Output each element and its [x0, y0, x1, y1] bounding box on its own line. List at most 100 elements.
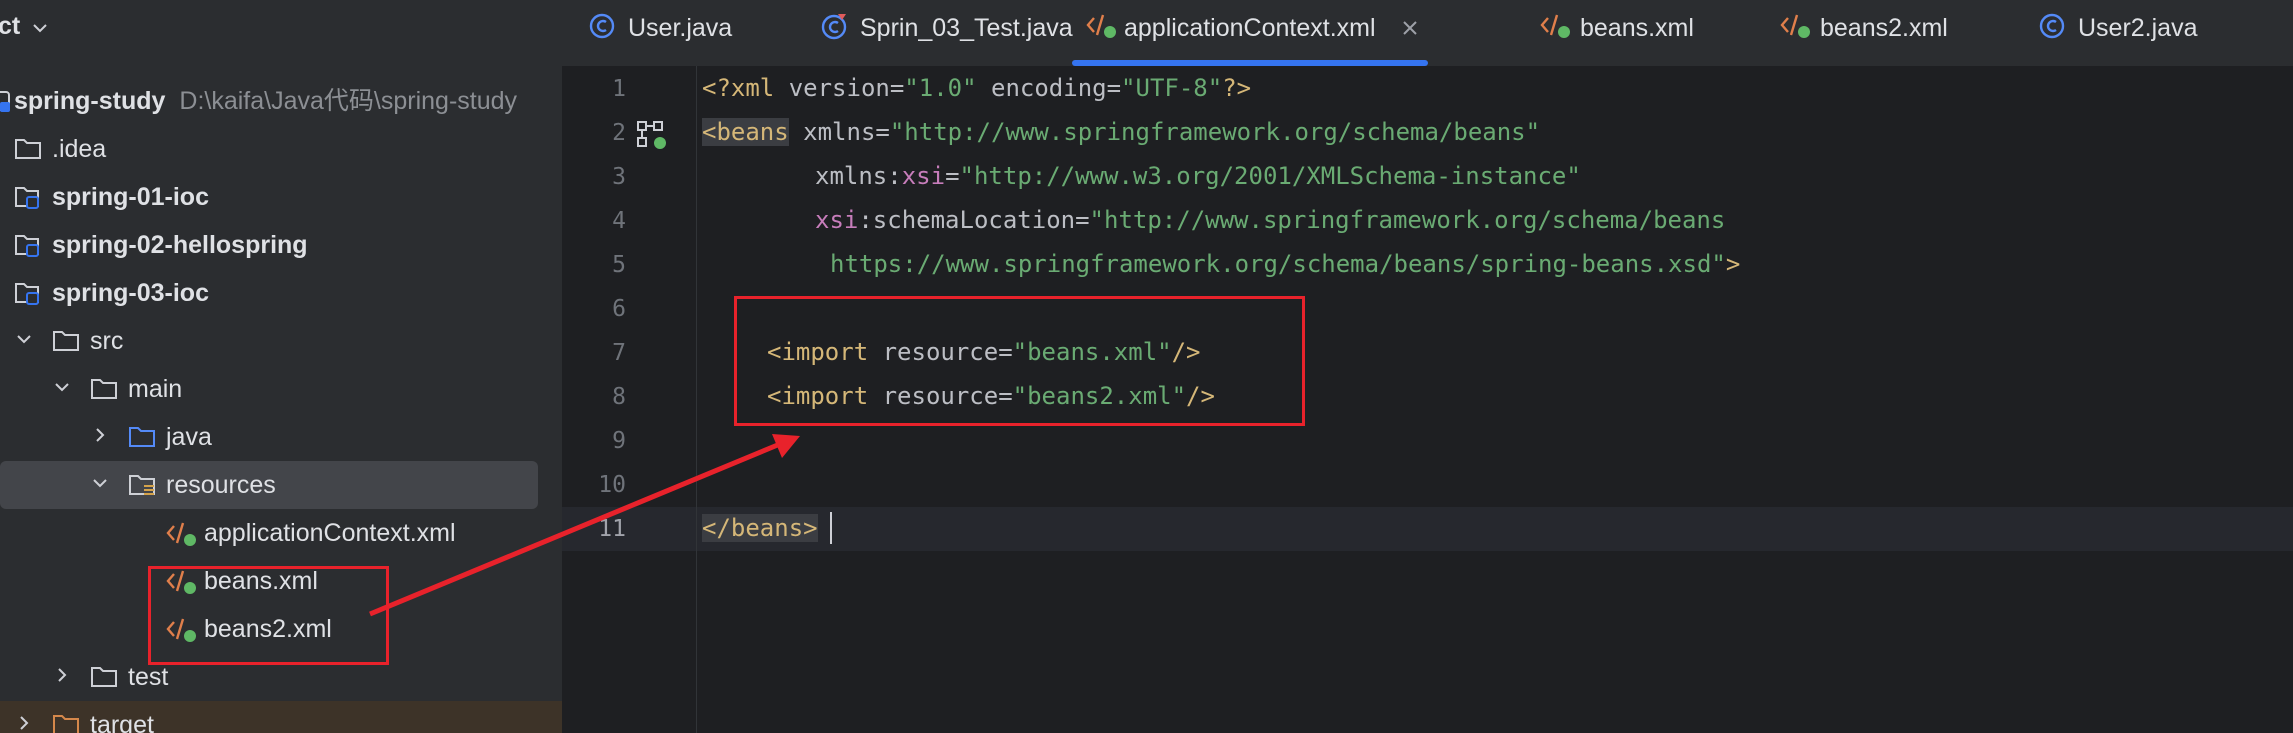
- line-number: 2: [612, 120, 626, 146]
- tab-user2-java[interactable]: User2.java: [2038, 0, 2218, 66]
- tree-item-label: spring-02-hellospring: [52, 231, 308, 259]
- xmlns-value: "http://www.springframework.org/schema/b…: [889, 118, 1541, 146]
- code-line-11: </beans>: [702, 514, 818, 542]
- tab-applicationcontext[interactable]: applicationContext.xml: [1072, 0, 1428, 66]
- spring-bean-gutter-icon[interactable]: [636, 120, 668, 150]
- code-line-4: xsi:schemaLocation="http://www.springfra…: [815, 206, 1725, 234]
- line-number: 8: [612, 384, 626, 410]
- xml-decl-attr: encoding=: [976, 74, 1122, 102]
- line-gutter: 1 2 3 4 5 6 7 8 9 10 11: [562, 66, 697, 733]
- tree-item-label: spring-study: [14, 87, 166, 115]
- module-icon: [15, 283, 39, 305]
- code-line-5: https://www.springframework.org/schema/b…: [830, 250, 1740, 278]
- line-number: 9: [612, 428, 626, 454]
- tree-item-label: spring-03-ioc: [52, 279, 209, 307]
- xsi-namespace: xsi: [901, 162, 946, 190]
- folder-icon: [53, 331, 79, 351]
- line-number: 1: [612, 76, 626, 102]
- xml-decl-attr: version=: [788, 74, 905, 102]
- chevron-down-icon[interactable]: [32, 22, 48, 34]
- java-class-icon: [2039, 13, 2065, 39]
- spring-xml-icon: [1780, 14, 1810, 38]
- project-path: D:\kaifa\Java代码\spring-study: [179, 87, 518, 115]
- tree-item-spring-02-hellospring[interactable]: spring-02-hellospring: [0, 221, 562, 269]
- tab-label: applicationContext.xml: [1124, 14, 1376, 42]
- equals-sign: =: [945, 162, 960, 190]
- resources-folder-icon: [129, 475, 155, 495]
- excluded-folder-icon: [53, 715, 79, 733]
- tab-label: beans.xml: [1580, 14, 1694, 42]
- spring-xml-icon: [1086, 14, 1116, 38]
- tag-close: >: [1725, 250, 1741, 278]
- tree-item-resources[interactable]: resources: [0, 461, 538, 509]
- tab-beans-xml[interactable]: beans.xml: [1540, 0, 1700, 66]
- chevron-down-icon[interactable]: [92, 477, 108, 489]
- chevron-right-icon[interactable]: [56, 667, 68, 683]
- folder-icon: [91, 667, 117, 687]
- module-icon: [15, 235, 39, 257]
- tab-label: Sprin_03_Test.java: [860, 14, 1073, 42]
- xml-decl-open: <?xml: [702, 74, 789, 102]
- module-icon: [15, 187, 39, 209]
- tree-item-label: spring-01-ioc: [52, 183, 209, 211]
- tab-user-java[interactable]: User.java: [588, 0, 788, 66]
- line-number: 10: [598, 472, 626, 498]
- annotation-box-files: [148, 566, 389, 665]
- project-title[interactable]: ct: [0, 12, 20, 41]
- tree-item-main[interactable]: main: [0, 365, 562, 413]
- tab-beans2-xml[interactable]: beans2.xml: [1780, 0, 1960, 66]
- tree-item-applicationcontext[interactable]: applicationContext.xml: [0, 509, 562, 557]
- project-header: ct: [0, 0, 562, 56]
- module-icon: [0, 91, 10, 112]
- folder-icon: [15, 139, 41, 159]
- close-icon[interactable]: [1402, 20, 1418, 36]
- test-class-icon: [821, 14, 847, 40]
- tree-item-label: java: [166, 423, 212, 451]
- xsi-prefix: xsi: [815, 206, 859, 234]
- tree-item-target[interactable]: target: [0, 701, 562, 733]
- java-class-icon: [589, 13, 615, 39]
- schema-location-value: "http://www.springframework.org/schema/b…: [1089, 206, 1726, 234]
- xml-decl-value: "UTF-8": [1121, 74, 1223, 102]
- spring-xml-icon: [1540, 14, 1570, 38]
- tree-item-spring-03-ioc[interactable]: spring-03-ioc: [0, 269, 562, 317]
- xml-decl-value: "1.0": [904, 74, 977, 102]
- folder-icon: [91, 379, 117, 399]
- line-number: 3: [612, 164, 626, 190]
- xmlns-prefix: xmlns:: [815, 162, 902, 190]
- chevron-down-icon[interactable]: [16, 333, 32, 345]
- editor-tab-bar: User.java Sprin_03_Test.java application…: [562, 0, 2293, 67]
- tree-item-label: .idea: [52, 135, 107, 163]
- tree-item-label: target: [90, 711, 154, 733]
- current-line-highlight: [562, 507, 2293, 551]
- text-caret: [830, 512, 832, 544]
- tab-label: User.java: [628, 14, 733, 42]
- tab-label: beans2.xml: [1820, 14, 1948, 42]
- xml-decl-close: ?>: [1222, 74, 1252, 102]
- tab-label: User2.java: [2078, 14, 2198, 42]
- code-line-2: <beans xmlns="http://www.springframework…: [702, 118, 1540, 146]
- line-number: 6: [612, 296, 626, 322]
- tab-sprin-03-test[interactable]: Sprin_03_Test.java: [820, 0, 1073, 66]
- chevron-right-icon[interactable]: [94, 427, 106, 443]
- line-number: 7: [612, 340, 626, 366]
- line-number: 5: [612, 252, 626, 278]
- xmlns-xsi-value: "http://www.w3.org/2001/XMLSchema-instan…: [959, 162, 1581, 190]
- tree-item-idea[interactable]: .idea: [0, 125, 562, 173]
- tree-item-spring-01-ioc[interactable]: spring-01-ioc: [0, 173, 562, 221]
- gutter-divider: [696, 66, 697, 733]
- code-line-3: xmlns:xsi="http://www.w3.org/2001/XMLSch…: [815, 162, 1581, 190]
- spring-xml-icon: [166, 522, 196, 546]
- chevron-down-icon[interactable]: [54, 381, 70, 393]
- tree-item-spring-study[interactable]: spring-study D:\kaifa\Java代码\spring-study: [0, 77, 562, 125]
- tree-item-src[interactable]: src: [0, 317, 562, 365]
- schema-location-value-cont: https://www.springframework.org/schema/b…: [830, 250, 1726, 278]
- chevron-right-icon[interactable]: [18, 715, 30, 731]
- tree-item-java[interactable]: java: [0, 413, 562, 461]
- annotation-box-imports: [734, 296, 1305, 426]
- tree-item-label: applicationContext.xml: [204, 519, 456, 547]
- tree-item-label: main: [128, 375, 183, 403]
- code-line-1: <?xml version="1.0" encoding="UTF-8"?>: [702, 74, 1251, 102]
- source-folder-icon: [129, 427, 155, 447]
- line-number: 4: [612, 208, 626, 234]
